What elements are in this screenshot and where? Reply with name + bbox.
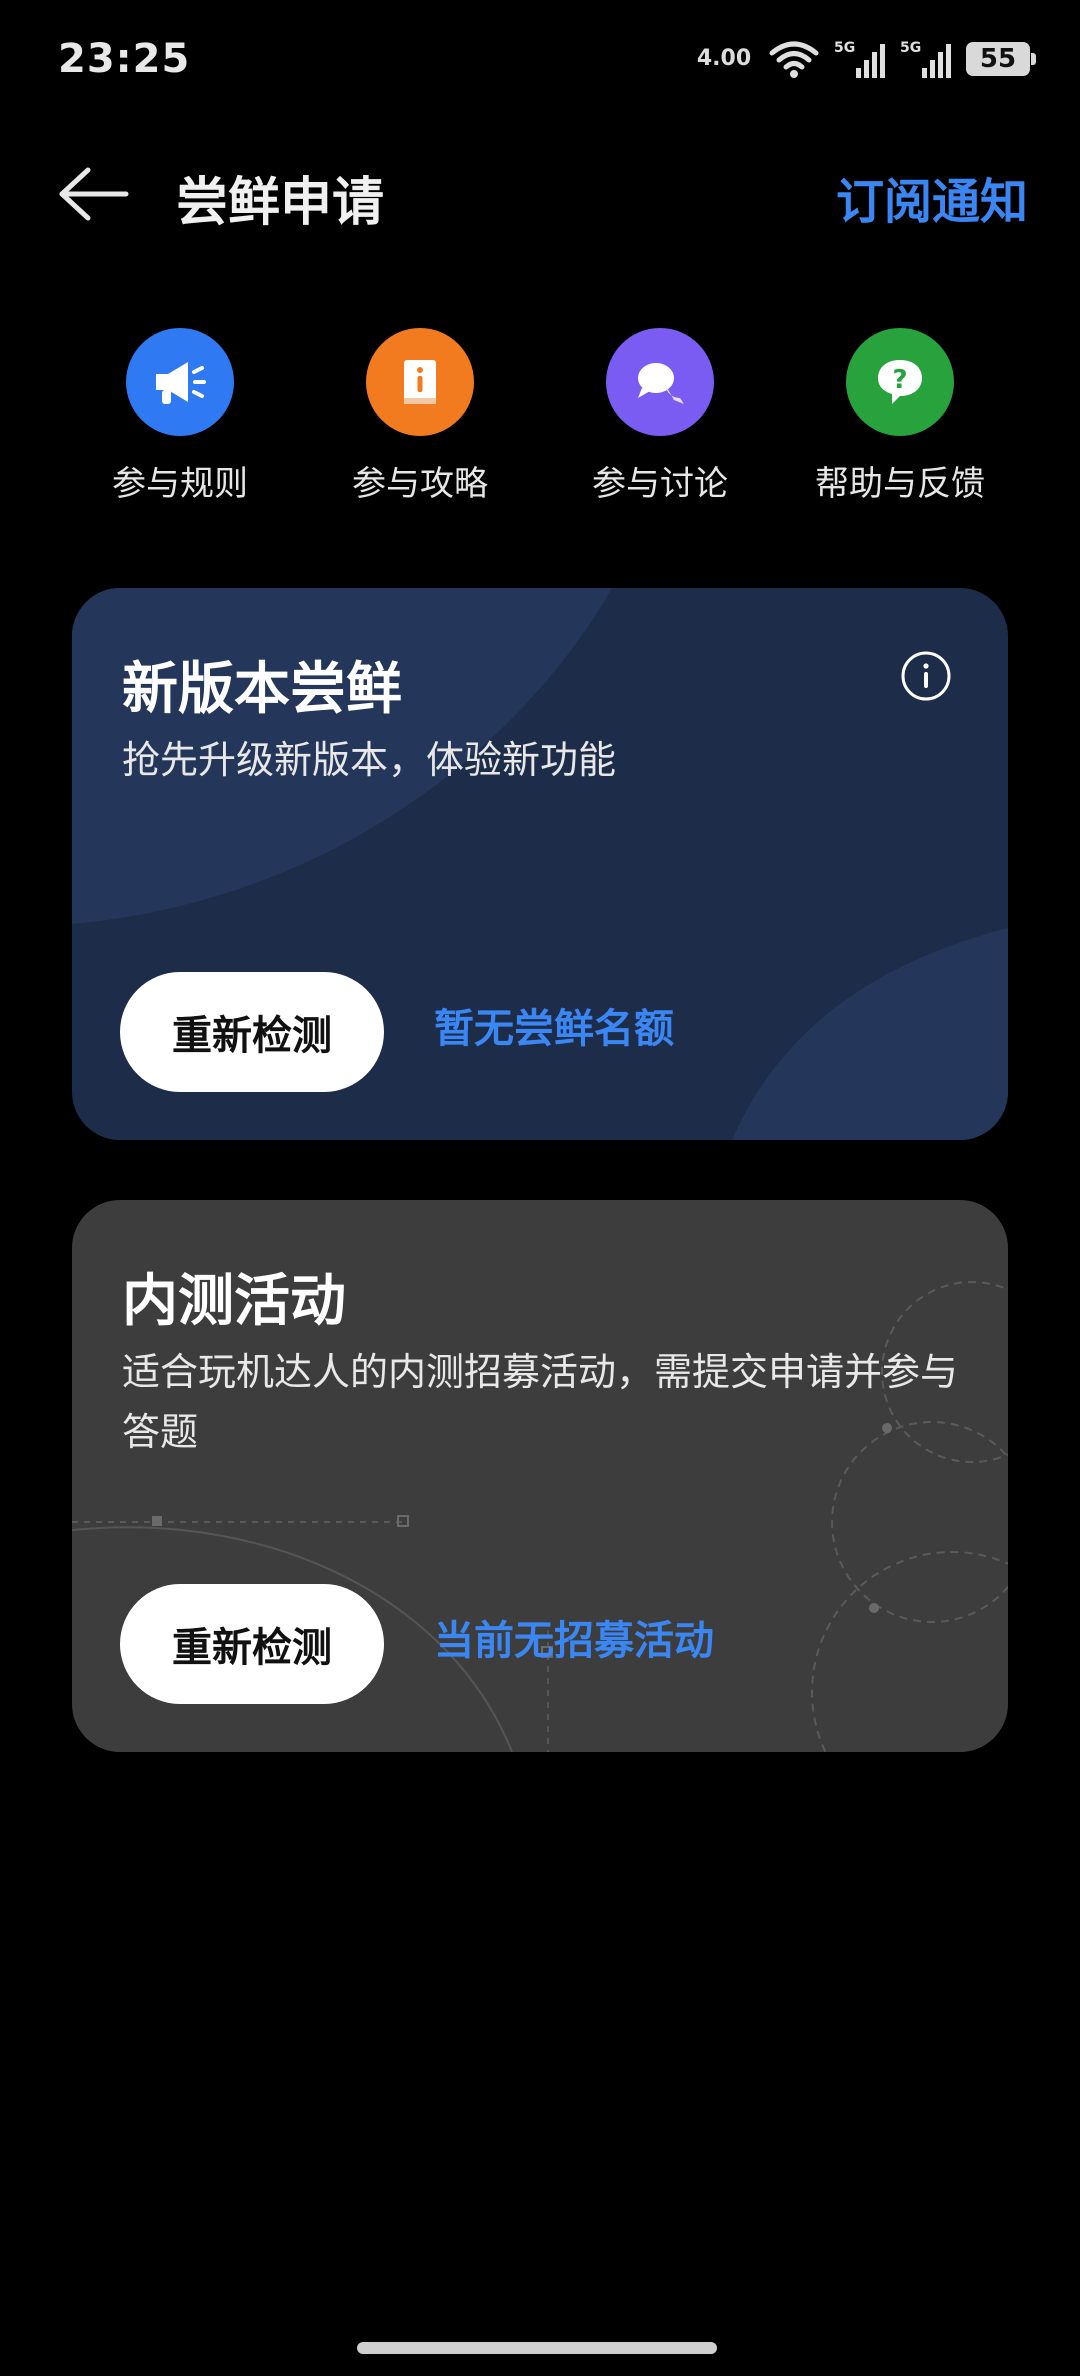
signal-label-2: 5G (900, 40, 921, 56)
shortcut-label: 参与规则 (112, 464, 248, 504)
home-indicator[interactable] (357, 2342, 717, 2354)
shortcut-label: 参与攻略 (352, 464, 488, 504)
card-description: 适合玩机达人的内测招募活动，需提交申请并参与答题 (122, 1350, 959, 1454)
beta-activity-card: 内测活动 适合玩机达人的内测招募活动，需提交申请并参与答题 重新检测 当前无招募… (72, 1200, 1008, 1752)
signal-icon-2: 5G (900, 38, 952, 80)
card-description: 抢先升级新版本，体验新功能 (122, 738, 617, 782)
shortcut-row: 参与规则 参与攻略 参与讨论 ? 帮助与反馈 (80, 328, 1000, 508)
info-button[interactable] (900, 650, 952, 702)
status-bar: 23:25 4.00 5G 5G 55 (0, 0, 1080, 120)
shortcut-circle: ? (846, 328, 954, 436)
shortcut-circle (606, 328, 714, 436)
wifi-icon (768, 39, 820, 79)
recheck-button[interactable]: 重新检测 (120, 972, 384, 1092)
shortcut-help-feedback[interactable]: ? 帮助与反馈 (800, 328, 1000, 508)
shortcut-circle (126, 328, 234, 436)
chat-bubbles-icon (638, 363, 684, 404)
recruitment-status: 当前无招募活动 (434, 1618, 714, 1664)
shortcut-circle (366, 328, 474, 436)
info-icon (901, 651, 951, 701)
guide-book-icon (404, 360, 436, 404)
app-header: 尝鲜申请 订阅通知 (0, 150, 1080, 240)
status-icons: 4.00 5G 5G 55 (694, 34, 1036, 84)
page-title: 尝鲜申请 (176, 173, 385, 233)
help-icon: ? (878, 360, 922, 404)
shortcut-rules[interactable]: 参与规则 (80, 328, 280, 508)
battery-icon: 55 (966, 42, 1036, 76)
quota-status: 暂无尝鲜名额 (434, 1006, 674, 1052)
new-version-card: 新版本尝鲜 抢先升级新版本，体验新功能 重新检测 暂无尝鲜名额 (72, 588, 1008, 1140)
shortcut-label: 参与讨论 (592, 464, 728, 504)
shortcut-guide[interactable]: 参与攻略 (320, 328, 520, 508)
shortcut-discussion[interactable]: 参与讨论 (560, 328, 760, 508)
battery-level: 55 (979, 44, 1017, 74)
arrow-left-icon (59, 167, 129, 221)
svg-text:?: ? (892, 365, 907, 395)
shortcut-label: 帮助与反馈 (815, 464, 985, 504)
signal-icon: 5G (834, 38, 886, 80)
megaphone-icon (156, 362, 206, 404)
recheck-button[interactable]: 重新检测 (120, 1584, 384, 1704)
card-title: 新版本尝鲜 (122, 657, 402, 722)
back-button[interactable] (54, 162, 134, 226)
subscribe-notification-link[interactable]: 订阅通知 (836, 162, 1028, 232)
signal-label: 5G (834, 40, 855, 56)
status-time: 23:25 (58, 36, 191, 82)
network-speed: 4.00 (696, 46, 752, 71)
screen: 23:25 4.00 5G 5G 55 尝鲜申请 订阅通知 参与规则 参与攻略 … (0, 0, 1080, 2376)
card-title: 内测活动 (122, 1269, 346, 1334)
